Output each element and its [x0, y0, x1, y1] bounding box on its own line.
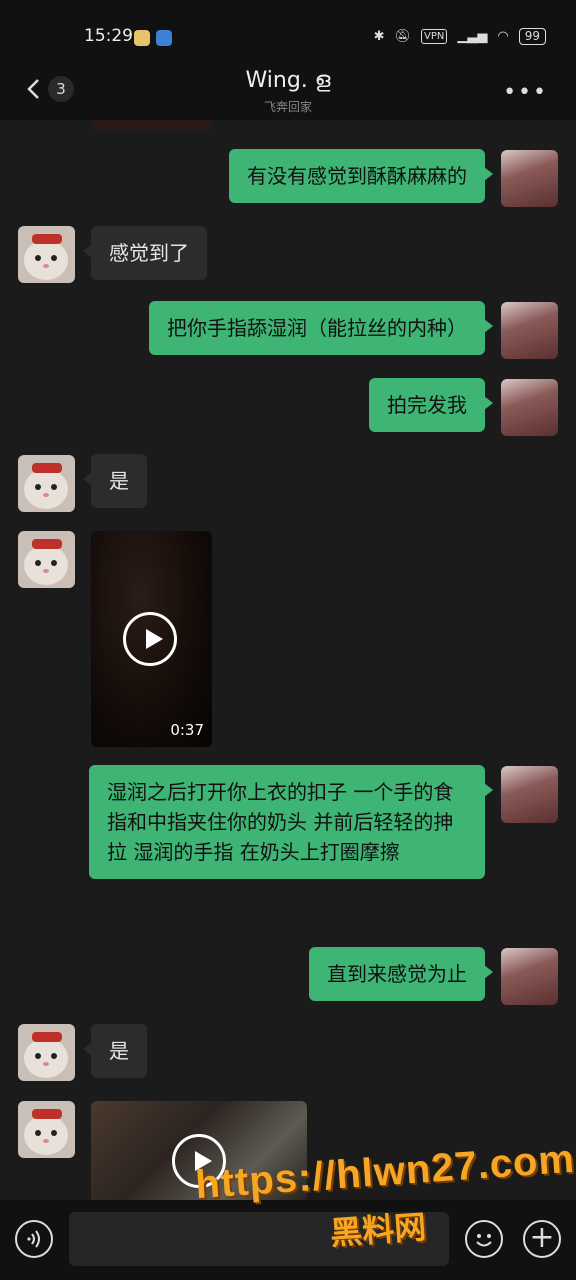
chat-title: Wing. ള	[245, 68, 331, 93]
watermark-name: 黑料网	[328, 1207, 428, 1253]
emoji-icon[interactable]	[465, 1220, 503, 1258]
signal-icon: ▁▃▅	[457, 29, 488, 44]
message-bubble-incoming[interactable]: 感觉到了	[83, 226, 207, 280]
app-notification-icon	[134, 30, 150, 46]
contact-avatar[interactable]	[18, 1024, 75, 1081]
my-avatar[interactable]	[501, 766, 558, 823]
contact-avatar[interactable]	[18, 1101, 75, 1158]
video-message[interactable]: 0:37	[91, 531, 212, 747]
battery-icon: 99	[518, 28, 546, 45]
message-list[interactable]: 有没有感觉到酥酥麻麻的 感觉到了 把你手指舔湿润（能拉丝的内种） 拍完发我 是 …	[0, 120, 576, 1200]
my-avatar[interactable]	[501, 150, 558, 207]
message-bubble-incoming[interactable]: 是	[83, 454, 147, 508]
my-avatar[interactable]	[501, 302, 558, 359]
more-options-icon[interactable]: •••	[503, 80, 548, 105]
wifi-icon: ◠	[497, 29, 509, 44]
status-bar: 15:29 ✱ 🔕︎ VPN ▁▃▅ ◠ 99	[0, 0, 576, 60]
contact-avatar[interactable]	[18, 531, 75, 588]
my-avatar[interactable]	[501, 379, 558, 436]
message-bubble-outgoing[interactable]: 拍完发我	[369, 378, 493, 432]
message-bubble-outgoing[interactable]: 有没有感觉到酥酥麻麻的	[229, 149, 493, 203]
plus-icon[interactable]: +	[523, 1220, 561, 1258]
chat-header: 3 Wing. ള 飞奔回家 •••	[0, 60, 576, 120]
message-bubble-outgoing[interactable]: 把你手指舔湿润（能拉丝的内种）	[149, 301, 493, 355]
chat-status: 飞奔回家	[263, 100, 312, 114]
vpn-icon: VPN	[421, 29, 448, 44]
message-bubble-outgoing[interactable]: 湿润之后打开你上衣的扣子 一个手的食指和中指夹住你的奶头 并前后轻轻的抻拉 湿润…	[89, 765, 493, 879]
message-bubble-outgoing[interactable]: 直到来感觉为止	[309, 947, 493, 1001]
status-time: 15:29	[84, 26, 133, 46]
bluetooth-icon: ✱	[373, 29, 385, 44]
my-avatar[interactable]	[501, 948, 558, 1005]
play-icon[interactable]	[123, 612, 177, 666]
message-bubble-incoming[interactable]: 是	[83, 1024, 147, 1078]
voice-input-icon[interactable]	[15, 1220, 53, 1258]
contact-avatar[interactable]	[18, 455, 75, 512]
video-duration: 0:37	[170, 721, 204, 739]
app-notification-icon	[156, 30, 172, 46]
contact-avatar[interactable]	[18, 226, 75, 283]
mute-icon: 🔕︎	[394, 29, 412, 44]
previous-media-thumbnail[interactable]	[92, 120, 212, 130]
input-bar: +	[0, 1200, 576, 1280]
status-icons: ✱ 🔕︎ VPN ▁▃▅ ◠ 99	[374, 28, 546, 45]
